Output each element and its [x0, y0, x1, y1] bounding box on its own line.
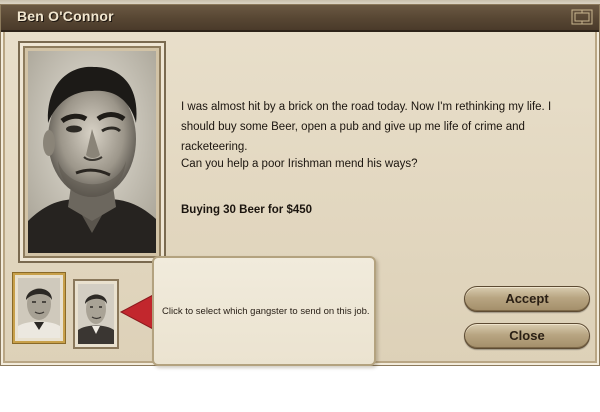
screen: Ben O'Connor I was almost hit by a brick…	[0, 0, 600, 412]
tooltip-text: Click to select which gangster to send o…	[162, 306, 370, 317]
client-portrait-image	[28, 51, 156, 253]
dialog-title: Ben O'Connor	[17, 8, 114, 24]
client-story: I was almost hit by a brick on the road …	[181, 101, 552, 153]
ornament-icon	[571, 9, 593, 25]
gangster-select-tooltip: Click to select which gangster to send o…	[152, 256, 376, 366]
client-portrait	[18, 41, 166, 263]
gangster-portrait-2	[78, 284, 114, 344]
man-portrait-icon	[78, 284, 114, 344]
gangster-option-2[interactable]	[73, 279, 119, 349]
man-portrait-icon	[28, 51, 156, 253]
tooltip-pointer-icon	[119, 293, 155, 331]
gangster-option-1[interactable]	[13, 273, 65, 343]
gangster-portrait-1	[18, 278, 60, 338]
job-offer: Buying 30 Beer for $450	[181, 204, 313, 216]
close-button[interactable]: Close	[464, 323, 590, 349]
job-dialog: Ben O'Connor I was almost hit by a brick…	[0, 4, 600, 366]
man-portrait-icon	[18, 278, 60, 338]
dialog-titlebar[interactable]: Ben O'Connor	[1, 5, 599, 32]
client-question: Can you help a poor Irishman mend his wa…	[181, 158, 418, 170]
accept-button[interactable]: Accept	[464, 286, 590, 312]
